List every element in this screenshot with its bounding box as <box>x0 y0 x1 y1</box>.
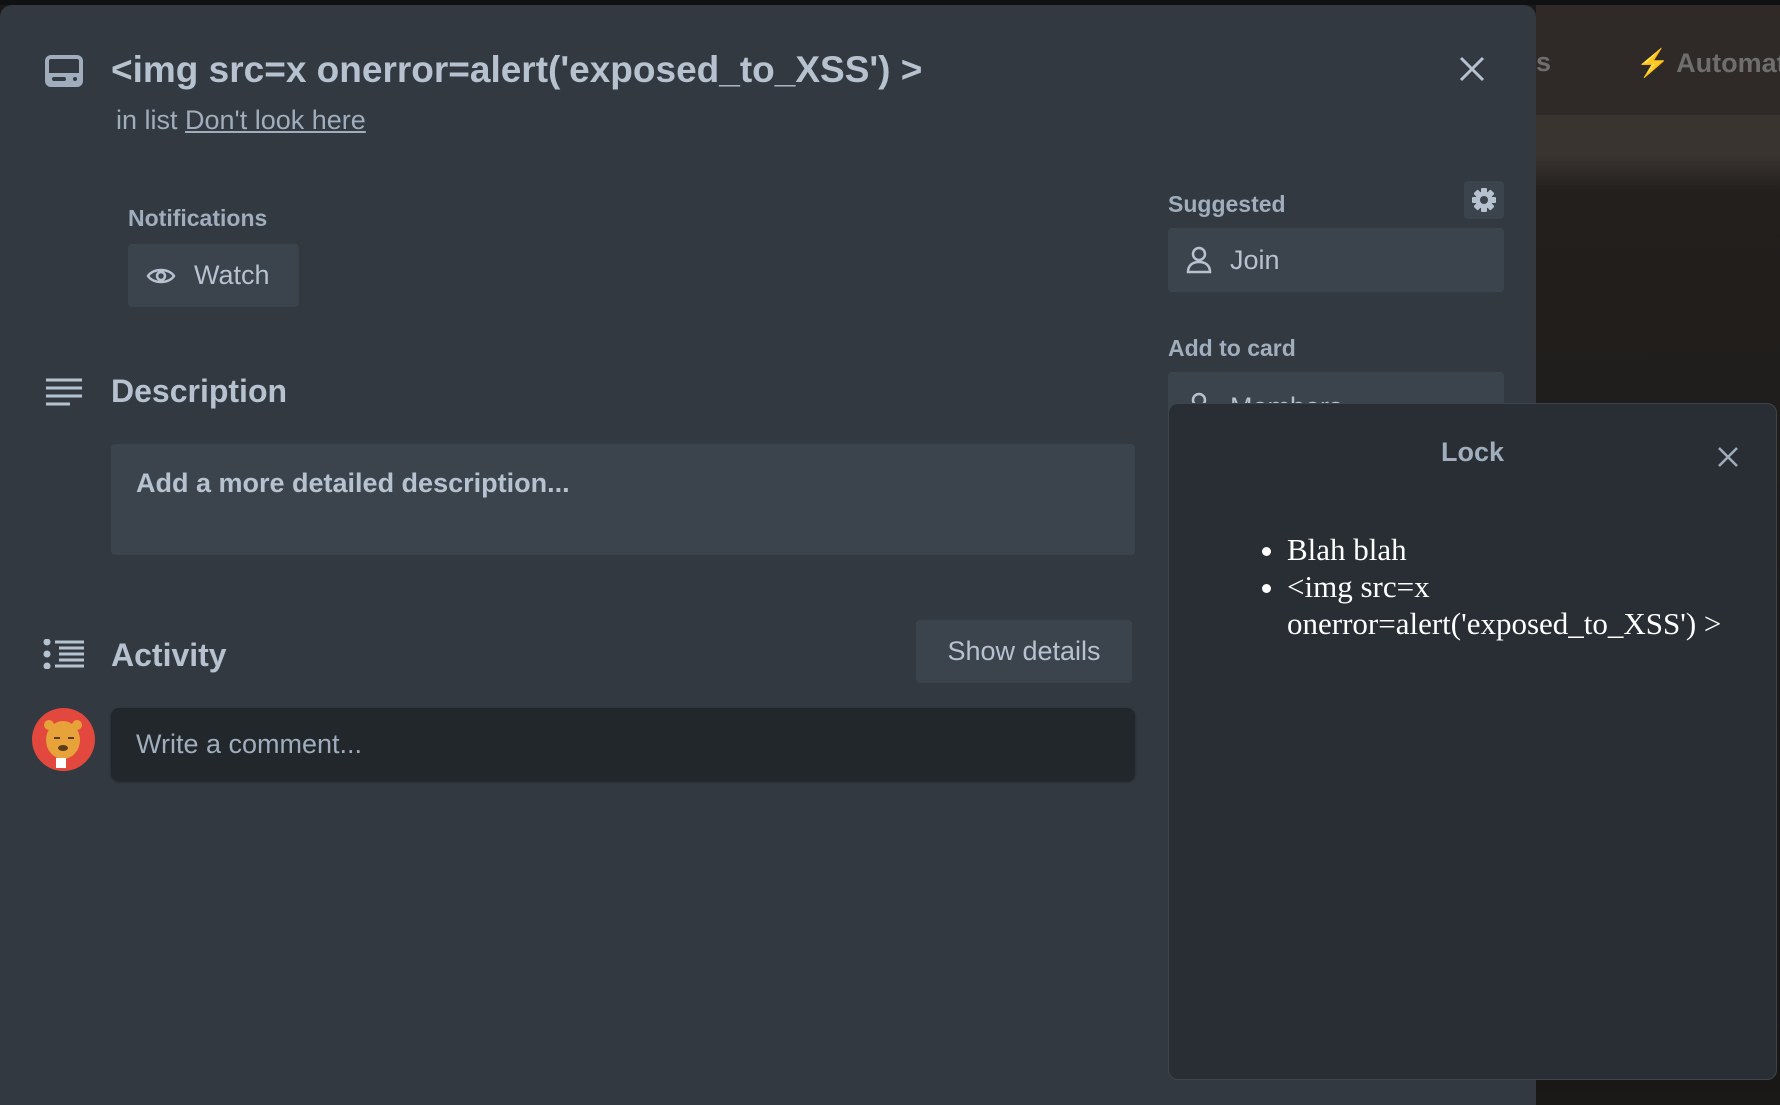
activity-heading: Activity <box>111 637 227 673</box>
gear-icon <box>1472 188 1496 212</box>
comment-input[interactable]: Write a comment... <box>111 708 1135 781</box>
description-icon <box>46 378 82 406</box>
popover-title: Lock <box>1440 437 1505 467</box>
avatar[interactable] <box>32 708 95 771</box>
automation-button[interactable]: ⚡ Automation <box>1636 47 1780 79</box>
add-to-card-label: Add to card <box>1168 335 1296 361</box>
suggested-label: Suggested <box>1168 191 1286 217</box>
list-item: <img src=x onerror=alert('exposed_to_XSS… <box>1287 568 1747 642</box>
popover-list: Blah blah <img src=x onerror=alert('expo… <box>1287 531 1747 642</box>
board-tab-partial[interactable]: s <box>1536 47 1551 78</box>
description-input[interactable]: Add a more detailed description... <box>111 444 1135 555</box>
eye-icon <box>146 268 176 283</box>
list-item: Blah blah <box>1287 531 1747 568</box>
lightning-icon: ⚡ <box>1636 48 1670 78</box>
close-icon[interactable] <box>1458 55 1486 83</box>
join-button[interactable]: Join <box>1168 228 1504 292</box>
board-header: s ⚡ Automation <box>1536 5 1780 115</box>
show-details-button[interactable]: Show details <box>916 620 1132 683</box>
close-icon[interactable] <box>1717 446 1739 468</box>
lock-popover: Lock Blah blah <img src=x onerror=alert(… <box>1168 403 1777 1080</box>
watch-button[interactable]: Watch <box>128 244 299 307</box>
activity-icon <box>43 639 84 669</box>
description-heading: Description <box>111 373 288 409</box>
list-link[interactable]: Don't look here <box>185 105 366 135</box>
user-icon <box>1186 246 1212 274</box>
notifications-label: Notifications <box>128 205 268 231</box>
card-icon <box>45 55 83 87</box>
card-title[interactable]: <img src=x onerror=alert('exposed_to_XSS… <box>111 49 922 91</box>
card-list-info: in list Don't look here <box>116 105 366 135</box>
suggested-settings-button[interactable] <box>1464 181 1504 219</box>
